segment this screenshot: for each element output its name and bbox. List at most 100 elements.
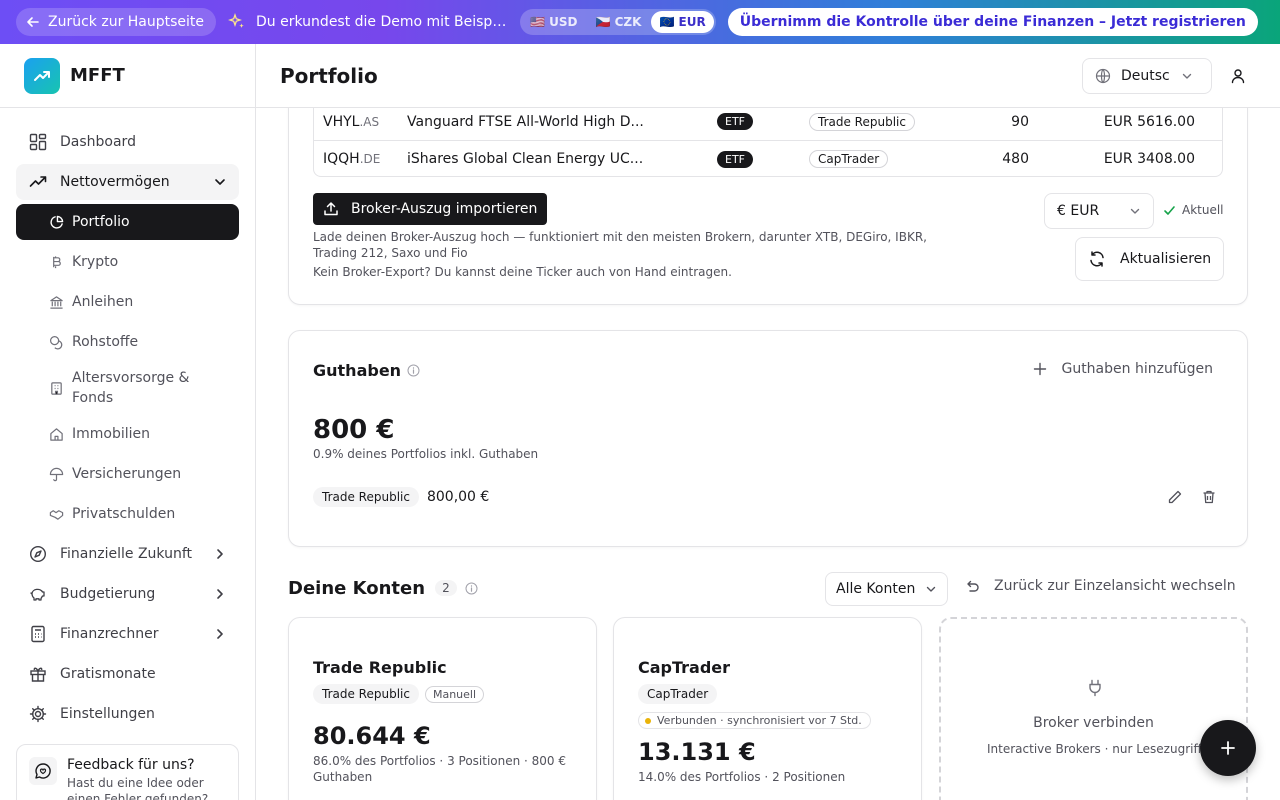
accounts-filter-select[interactable]: Alle Konten xyxy=(825,572,948,606)
refresh-button[interactable]: Aktualisieren xyxy=(1075,237,1224,281)
connect-broker-subtitle: Interactive Brokers · nur Lesezugriff xyxy=(987,742,1202,756)
price-status: Aktuell xyxy=(1163,203,1224,217)
sidebar-item-immobilien[interactable]: Immobilien xyxy=(16,416,239,452)
trending-up-icon xyxy=(28,172,48,192)
currency-value: € EUR xyxy=(1057,203,1100,219)
chevron-right-icon xyxy=(213,627,227,641)
upload-icon xyxy=(323,201,339,217)
sidebar-item-nettovermoegen[interactable]: Nettovermögen xyxy=(16,164,239,200)
user-menu-button[interactable] xyxy=(1220,58,1256,94)
holding-value: EUR 3408.00 xyxy=(1103,151,1195,167)
add-cash-label: Guthaben hinzufügen xyxy=(1061,361,1213,377)
register-cta-button[interactable]: Übernimm die Kontrolle über deine Finanz… xyxy=(727,8,1258,36)
sidebar-item-label: Nettovermögen xyxy=(60,174,170,190)
currency-eur[interactable]: 🇪🇺 EUR xyxy=(651,11,714,33)
page-header: Portfolio Deutsch xyxy=(256,44,1280,108)
sidebar-item-label: Krypto xyxy=(72,254,119,270)
status-text: Aktuell xyxy=(1182,203,1224,217)
ticker: IQQH xyxy=(323,151,360,167)
calculator-icon xyxy=(28,624,48,644)
accounts-header: Deine Konten 2 Alle Konten Zurück zur Ei… xyxy=(288,572,1248,606)
demo-message-text: Du erkundest die Demo mit Beispieldaten xyxy=(256,14,510,30)
exchange: .DE xyxy=(359,152,381,166)
broker-badge: Trade Republic xyxy=(313,684,419,704)
sidebar-item-krypto[interactable]: Krypto xyxy=(16,244,239,280)
sidebar-item-finanzielle-zukunft[interactable]: Finanzielle Zukunft xyxy=(16,536,239,572)
cash-balance-title: Guthaben xyxy=(313,361,420,380)
sidebar-item-label: Privatschulden xyxy=(72,506,176,522)
sidebar-item-label: Rohstoffe xyxy=(72,334,139,350)
piggy-bank-icon xyxy=(28,584,48,604)
connect-broker-title: Broker verbinden xyxy=(1033,715,1154,731)
plus-icon xyxy=(1220,740,1236,756)
holding-name: iShares Global Clean Energy UC... xyxy=(407,151,644,167)
sidebar-item-budgetierung[interactable]: Budgetierung xyxy=(16,576,239,612)
chevron-down-icon xyxy=(925,583,937,595)
holding-value: EUR 5616.00 xyxy=(1103,113,1195,130)
page-title: Portfolio xyxy=(280,63,378,88)
currency-czk[interactable]: 🇨🇿 CZK xyxy=(588,11,650,33)
brand[interactable]: MFFT xyxy=(0,44,255,108)
plus-icon xyxy=(1033,362,1047,376)
filter-value: Alle Konten xyxy=(836,581,916,597)
currency-usd[interactable]: 🇺🇸 USD xyxy=(522,11,585,33)
user-icon xyxy=(1230,68,1246,84)
sidebar-item-label: Budgetierung xyxy=(60,586,156,602)
connect-broker-card[interactable]: Broker verbinden Interactive Brokers · n… xyxy=(939,617,1248,800)
connection-status: Verbunden · synchronisiert vor 7 Std. xyxy=(638,712,871,729)
back-label: Zurück zur Hauptseite xyxy=(48,14,205,30)
chevron-right-icon xyxy=(213,547,227,561)
sidebar-item-rohstoffe[interactable]: Rohstoffe xyxy=(16,324,239,360)
switch-single-view-button[interactable]: Zurück zur Einzelansicht wechseln xyxy=(964,578,1236,594)
cash-total: 800 € xyxy=(313,415,395,445)
broker-badge: CapTrader xyxy=(809,150,889,168)
sidebar-item-anleihen[interactable]: Anleihen xyxy=(16,284,239,320)
sidebar-item-versicherungen[interactable]: Versicherungen xyxy=(16,456,239,492)
cash-title-text: Guthaben xyxy=(313,361,402,380)
accounts-title: Deine Konten xyxy=(288,577,426,599)
account-card-captrader[interactable]: CapTrader CapTrader Verbunden · synchron… xyxy=(613,617,922,800)
language-select[interactable]: Deutsch xyxy=(1082,57,1212,94)
quantity: 480 xyxy=(1002,151,1029,167)
mode-badge: Manuell xyxy=(424,685,485,703)
add-cash-button[interactable]: Guthaben hinzufügen xyxy=(1033,361,1213,377)
refresh-label: Aktualisieren xyxy=(1120,251,1212,267)
coins-icon xyxy=(48,334,64,350)
account-name: CapTrader xyxy=(638,658,731,677)
table-row[interactable]: IQQH.DE iShares Global Clean Energy UC..… xyxy=(314,140,1222,177)
building-icon xyxy=(48,380,64,396)
table-row[interactable]: VHYL.AS Vanguard FTSE All-World High D..… xyxy=(314,108,1222,140)
trash-icon[interactable] xyxy=(1201,489,1217,505)
sidebar-item-finanzrechner[interactable]: Finanzrechner xyxy=(16,616,239,652)
currency-select[interactable]: € EUR xyxy=(1044,193,1154,229)
sidebar-subnav: Portfolio Krypto Anleihen Rohstoffe Alte… xyxy=(16,204,239,532)
import-statement-button[interactable]: Broker-Auszug importieren xyxy=(313,193,548,225)
edit-icon[interactable] xyxy=(1167,489,1183,505)
sidebar-item-label: Einstellungen xyxy=(60,706,155,722)
gear-icon xyxy=(28,704,48,724)
sidebar-item-portfolio[interactable]: Portfolio xyxy=(16,204,239,240)
sidebar-item-altersvorsorge[interactable]: Altersvorsorge & Fonds xyxy=(16,364,239,412)
type-cell: ETF xyxy=(717,150,809,168)
back-to-home-button[interactable]: Zurück zur Hauptseite xyxy=(16,8,217,36)
sidebar-item-dashboard[interactable]: Dashboard xyxy=(16,124,239,160)
sidebar-item-einstellungen[interactable]: Einstellungen xyxy=(16,696,239,732)
sidebar-item-privatschulden[interactable]: Privatschulden xyxy=(16,496,239,532)
sync-status-dot xyxy=(645,717,651,724)
ticker-cell: IQQH.DE xyxy=(314,151,407,167)
feedback-box[interactable]: Feedback für uns? Hast du eine Idee oder… xyxy=(16,744,239,800)
info-icon[interactable] xyxy=(407,364,420,377)
main-content: VHYL.AS Vanguard FTSE All-World High D..… xyxy=(256,108,1280,800)
broker-badge: CapTrader xyxy=(638,684,718,704)
info-icon[interactable] xyxy=(465,582,478,595)
sidebar-item-gratismonate[interactable]: Gratismonate xyxy=(16,656,239,692)
cash-percentage: 0.9% deines Portfolios inkl. Guthaben xyxy=(313,447,539,461)
sidebar-item-label: Portfolio xyxy=(72,214,130,230)
globe-icon xyxy=(1095,68,1111,84)
add-fab-button[interactable] xyxy=(1200,720,1256,776)
account-value: 13.131 € xyxy=(638,738,756,766)
sidebar-nav: Dashboard Nettovermögen Portfolio Krypto… xyxy=(0,108,255,732)
language-value: Deutsch xyxy=(1121,67,1171,84)
exchange: .AS xyxy=(359,114,380,129)
account-card-trade-republic[interactable]: Trade Republic Trade Republic Manuell 80… xyxy=(288,617,597,800)
